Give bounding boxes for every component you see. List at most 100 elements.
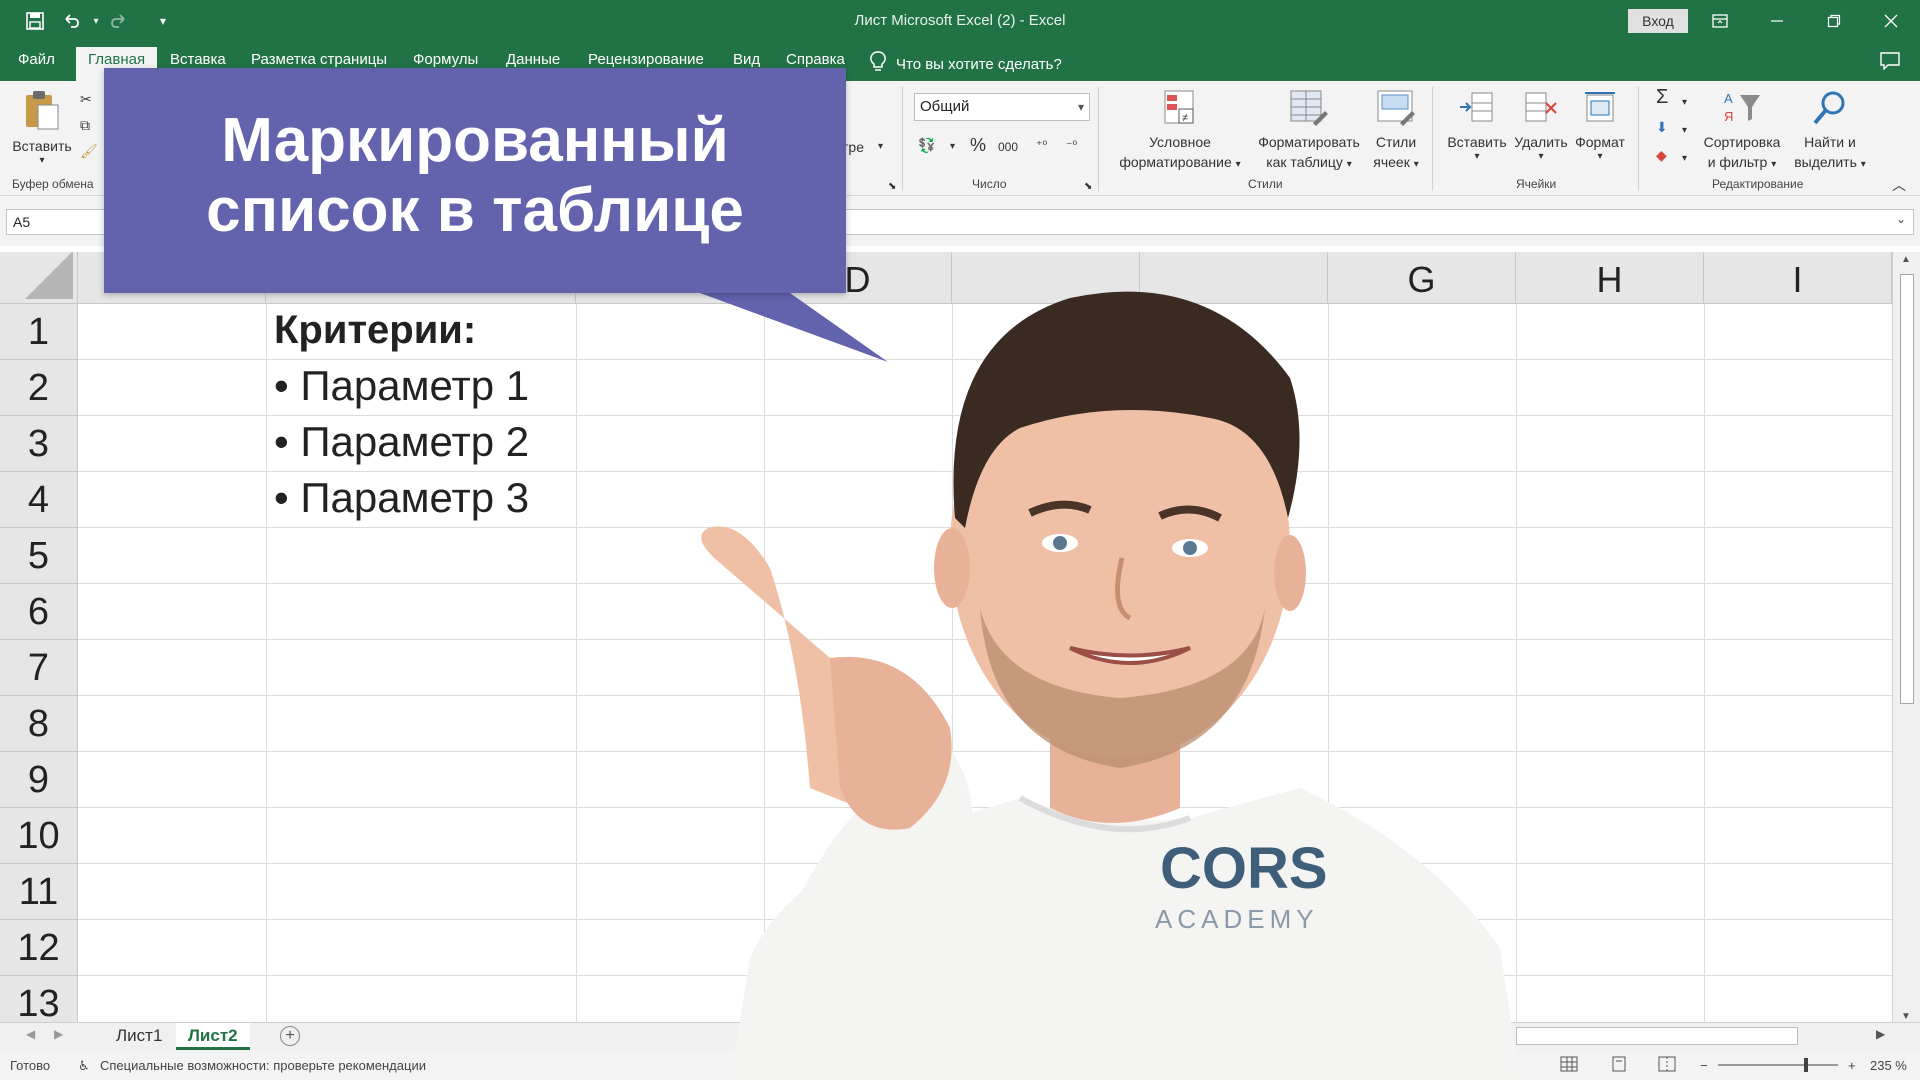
vertical-scrollbar[interactable]: ▲ ▼ [1892, 252, 1920, 1024]
paste-button[interactable]: Вставить ▾ [10, 89, 74, 166]
minimize-icon[interactable] [1754, 6, 1800, 36]
cut-icon[interactable]: ✂ [80, 89, 92, 109]
conditional-formatting-label-2: форматирование [1119, 154, 1232, 170]
copy-icon[interactable]: ⧉ [80, 115, 90, 135]
scroll-up-icon[interactable]: ▲ [1901, 254, 1911, 265]
comments-icon[interactable] [1880, 52, 1900, 75]
cell-styles-icon [1377, 90, 1415, 126]
cell-b1[interactable]: Критерии: [274, 308, 476, 353]
scroll-thumb[interactable] [1900, 274, 1914, 704]
autosum-icon[interactable]: Σ [1656, 87, 1668, 107]
format-as-table-button[interactable]: Форматировать как таблицу ▾ [1250, 89, 1368, 175]
sheet-tab-2[interactable]: Лист2 [176, 1023, 250, 1050]
row-header[interactable]: 7 [0, 640, 78, 696]
comma-style-button[interactable]: 000 [998, 137, 1018, 157]
scroll-right-icon[interactable]: ▶ [1876, 1027, 1885, 1041]
format-cells-button[interactable]: Формат ▾ [1570, 89, 1630, 162]
row-header[interactable]: 6 [0, 584, 78, 640]
sort-filter-label-1: Сортировка [1703, 134, 1781, 150]
undo-icon[interactable] [58, 8, 84, 34]
expand-formula-icon[interactable]: ⌄ [1896, 212, 1906, 226]
increase-decimal-icon[interactable]: ⁺⁰ [1036, 135, 1047, 155]
tell-me-label: Что вы хотите сделать? [896, 55, 1062, 73]
add-sheet-icon[interactable]: + [280, 1026, 300, 1046]
next-sheet-icon[interactable]: ▶ [54, 1027, 63, 1041]
zoom-level[interactable]: 235 % [1870, 1058, 1907, 1073]
status-ready: Готово [10, 1058, 51, 1073]
row-header[interactable]: 4 [0, 472, 78, 528]
conditional-formatting-button[interactable]: ≠ Условное форматирование ▾ [1110, 89, 1250, 175]
column-header-i[interactable]: I [1704, 252, 1892, 304]
tab-insert[interactable]: Вставка [170, 51, 226, 68]
conditional-formatting-icon: ≠ [1164, 90, 1194, 124]
undo-dropdown-icon[interactable]: ▾ [90, 8, 102, 34]
row-header[interactable]: 5 [0, 528, 78, 584]
accounting-dropdown-icon[interactable]: ▾ [950, 137, 955, 157]
page-layout-view-icon[interactable] [1610, 1056, 1628, 1075]
sort-filter-button[interactable]: АЯ Сортировка и фильтр ▾ [1700, 89, 1784, 175]
save-icon[interactable] [22, 8, 48, 34]
tab-file[interactable]: Файл [18, 51, 55, 68]
row-header[interactable]: 12 [0, 920, 78, 976]
number-format-select[interactable]: Общий [914, 93, 1090, 121]
page-break-view-icon[interactable] [1658, 1056, 1676, 1075]
tab-data[interactable]: Данные [506, 51, 560, 68]
clear-dropdown-icon[interactable]: ▾ [1682, 149, 1687, 169]
row-header[interactable]: 3 [0, 416, 78, 472]
row-header[interactable]: 9 [0, 752, 78, 808]
format-cells-icon [1585, 92, 1615, 122]
row-header[interactable]: 8 [0, 696, 78, 752]
accounting-format-icon[interactable]: 💱 [918, 135, 935, 155]
tab-page-layout[interactable]: Разметка страницы [251, 51, 387, 68]
editing-group-label: Редактирование [1712, 177, 1804, 191]
ribbon-display-icon[interactable] [1697, 6, 1743, 36]
tab-review[interactable]: Рецензирование [588, 51, 704, 68]
customize-qat-icon[interactable]: ▾ [156, 8, 170, 34]
row-header[interactable]: 11 [0, 864, 78, 920]
row-header[interactable]: 1 [0, 304, 78, 360]
close-icon[interactable] [1868, 6, 1914, 36]
find-select-button[interactable]: Найти и выделить ▾ [1790, 89, 1870, 175]
zoom-out-icon[interactable]: − [1700, 1058, 1708, 1073]
redo-icon[interactable] [106, 8, 132, 34]
find-select-label-1: Найти и [1804, 134, 1856, 150]
clear-icon[interactable]: ◆ [1656, 145, 1667, 165]
insert-cells-button[interactable]: Вставить ▾ [1444, 89, 1510, 162]
tell-me-search[interactable]: Что вы хотите сделать? [870, 51, 1062, 77]
accessibility-status[interactable]: Специальные возможности: проверьте реком… [100, 1058, 426, 1073]
prev-sheet-icon[interactable]: ◀ [26, 1027, 35, 1041]
fill-icon[interactable]: ⬇ [1656, 117, 1668, 137]
zoom-slider-thumb[interactable] [1804, 1058, 1808, 1072]
accessibility-icon[interactable]: ♿ [78, 1058, 90, 1074]
cell-b4[interactable]: • Параметр 3 [274, 474, 529, 522]
cell-styles-label-2: ячеек [1373, 154, 1410, 170]
name-box[interactable]: A5 [6, 209, 106, 235]
scroll-down-icon[interactable]: ▼ [1901, 1011, 1911, 1022]
tab-view[interactable]: Вид [733, 51, 760, 68]
callout-line-2: список в таблице [206, 176, 744, 245]
svg-text:Я: Я [1724, 109, 1733, 124]
zoom-in-icon[interactable]: + [1848, 1058, 1856, 1073]
zoom-slider[interactable] [1718, 1058, 1838, 1072]
format-painter-icon[interactable]: 🖌 [80, 141, 98, 161]
cell-b2[interactable]: • Параметр 1 [274, 362, 529, 410]
autosum-dropdown-icon[interactable]: ▾ [1682, 93, 1687, 113]
cell-b3[interactable]: • Параметр 2 [274, 418, 529, 466]
cell-styles-button[interactable]: Стили ячеек ▾ [1372, 89, 1420, 175]
delete-cells-button[interactable]: Удалить ▾ [1512, 89, 1570, 162]
tab-formulas[interactable]: Формулы [413, 51, 478, 68]
delete-cells-label: Удалить [1514, 134, 1568, 150]
row-header[interactable]: 10 [0, 808, 78, 864]
merge-dropdown-icon[interactable]: ▾ [878, 137, 883, 157]
sheet-tab-1[interactable]: Лист1 [104, 1023, 174, 1050]
restore-icon[interactable] [1811, 6, 1857, 36]
fill-dropdown-icon[interactable]: ▾ [1682, 121, 1687, 141]
collapse-ribbon-icon[interactable]: ︿ [1892, 175, 1906, 195]
row-header[interactable]: 2 [0, 360, 78, 416]
decrease-decimal-icon[interactable]: ⁻⁰ [1066, 135, 1077, 155]
percent-style-button[interactable]: % [970, 135, 986, 155]
row-header[interactable]: 13 [0, 976, 78, 1024]
tab-help[interactable]: Справка [786, 51, 845, 68]
select-all-button[interactable] [0, 252, 78, 304]
signin-button[interactable]: Вход [1628, 9, 1688, 33]
